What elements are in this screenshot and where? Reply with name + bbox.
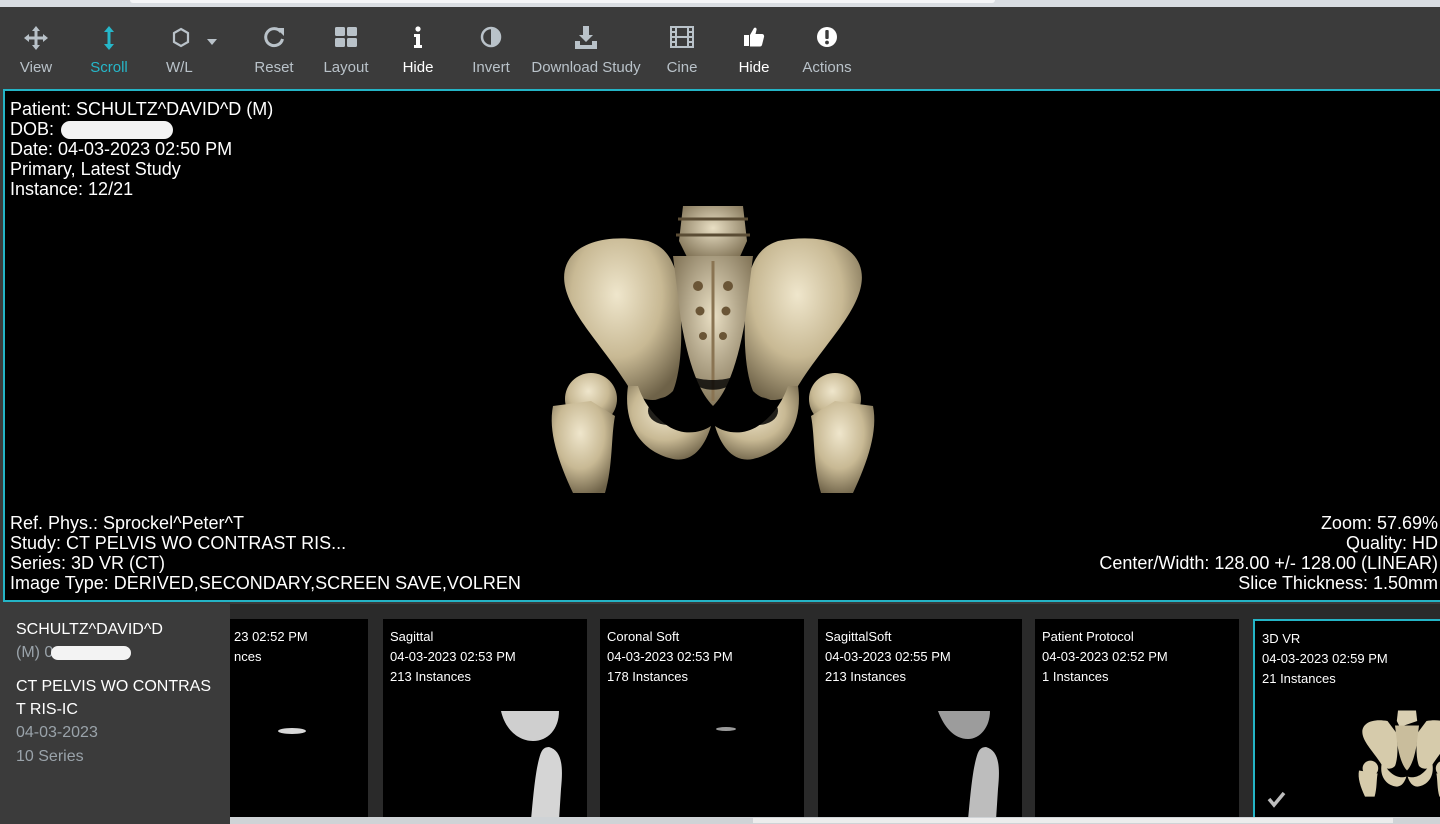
vertical-arrows-icon [86,25,132,59]
invert-tool-button[interactable]: Invert [468,21,514,81]
study-date: 04-03-2023 [16,724,98,741]
thumbnail-title: SagittalSoft [825,629,892,644]
instance-overlay: Instance: 12/21 [10,179,134,199]
layout-tool-button[interactable]: Layout [320,21,372,81]
ref-phys-overlay: Ref. Phys.: Sprockel^Peter^T [10,513,244,533]
thumbnail-title: Patient Protocol [1042,629,1134,644]
primary-overlay: Primary, Latest Study [10,159,181,179]
slice-thickness-overlay: Slice Thickness: 1.50mm [1238,573,1438,593]
quality-overlay: Quality: HD [1345,533,1438,553]
study-overlay: Study: CT PELVIS WO CONTRAST RIS... [10,533,347,553]
download-icon [526,25,646,59]
download-study-label: Download Study [531,59,641,76]
series-thumbnail[interactable]: Coronal Soft 04-03-2023 02:53 PM 178 Ins… [600,619,804,820]
image-viewport[interactable]: Patient: SCHULTZ^DAVID^D (M) DOB: Date: … [3,89,1440,602]
hide-thumbnails-label: Hide [738,59,770,76]
series-thumbnail[interactable]: 23 02:52 PM nces [230,619,368,820]
series-thumbnail[interactable]: Sagittal 04-03-2023 02:53 PM 213 Instanc… [383,619,587,820]
thumbs-up-icon [734,25,774,59]
top-left-overlay: Patient: SCHULTZ^DAVID^D (M) DOB: Date: … [10,99,273,199]
cine-tool-button[interactable]: Cine [662,21,702,81]
viewer-toolbar: View Scroll W/L Reset Layout Hide Invert… [0,7,1440,88]
actions-label: Actions [802,59,852,76]
thumbnail-date: 04-03-2023 02:53 PM [607,649,733,664]
scrollbar-thumb[interactable] [753,818,1393,823]
reset-label: Reset [254,59,294,76]
thumbnail-instances: 1 Instances [1042,669,1109,684]
contrast-icon [468,25,514,59]
scroll-label: Scroll [90,59,128,76]
thumbnail-date: 04-03-2023 02:52 PM [1042,649,1168,664]
thumbnail-date: 04-03-2023 02:53 PM [390,649,516,664]
patient-name: SCHULTZ^DAVID^D [16,621,163,638]
reset-tool-button[interactable]: Reset [252,21,296,81]
series-panel: SCHULTZ^DAVID^D (M) 0 CT PELVIS WO CONTR… [0,604,1440,824]
hide-overlay-label: Hide [402,59,434,76]
thumbnail-instances: 178 Instances [607,669,688,684]
layout-grid-icon [320,25,372,59]
dob-overlay: DOB: [10,119,273,140]
thumbnail-scrollbar[interactable] [230,817,1440,824]
wl-label: W/L [166,59,193,76]
image-type-overlay: Image Type: DERIVED,SECONDARY,SCREEN SAV… [10,573,521,593]
scroll-tool-button[interactable]: Scroll [86,21,132,81]
thumbnail-date: 04-03-2023 02:55 PM [825,649,951,664]
info-icon [398,25,438,59]
browser-top-strip [0,0,1440,7]
hide-thumbnails-button[interactable]: Hide [734,21,774,81]
study-info-panel[interactable]: SCHULTZ^DAVID^D (M) 0 CT PELVIS WO CONTR… [0,604,230,824]
patient-overlay: Patient: SCHULTZ^DAVID^D (M) [10,99,274,119]
dob-label: DOB: [10,119,55,139]
date-overlay: Date: 04-03-2023 02:50 PM [10,139,233,159]
exclamation-circle-icon [798,25,856,59]
series-thumbnail-selected[interactable]: 3D VR 04-03-2023 02:59 PM 21 Instances [1253,619,1440,820]
check-icon [1267,791,1286,808]
view-tool-button[interactable]: View [14,21,58,81]
hide-overlay-button[interactable]: Hide [398,21,438,81]
invert-label: Invert [472,59,510,76]
series-thumbnail[interactable]: SagittalSoft 04-03-2023 02:55 PM 213 Ins… [818,619,1022,820]
thumbnail-title: Coronal Soft [607,629,680,644]
address-bar-edge [130,0,995,3]
zoom-overlay: Zoom: 57.69% [1320,513,1438,533]
move-arrows-icon [14,25,58,59]
bottom-right-overlay: Zoom: 57.69% Quality: HD Center/Width: 1… [1099,513,1438,593]
thumbnail-date: 04-03-2023 02:59 PM [1262,651,1388,666]
series-overlay: Series: 3D VR (CT) [10,553,166,573]
cine-label: Cine [666,59,698,76]
pelvis-3d-render [551,206,875,493]
redaction-mark [51,645,132,660]
series-count: 10 Series [16,748,84,765]
study-description-line2: T RIS-IC [16,701,78,718]
view-label: View [19,59,53,76]
patient-sex-dob: (M) 0 [16,641,230,665]
series-thumbnail[interactable]: Patient Protocol 04-03-2023 02:52 PM 1 I… [1035,619,1239,820]
layout-label: Layout [323,59,369,76]
center-width-overlay: Center/Width: 128.00 +/- 128.00 (LINEAR) [1099,553,1438,573]
actions-menu-button[interactable]: Actions [798,21,856,81]
film-icon [662,25,702,59]
window-level-tool-button[interactable]: W/L [160,21,226,81]
download-study-button[interactable]: Download Study [526,21,646,81]
thumbnail-strip: 23 02:52 PM nces Sagittal 04-03-2023 02:… [230,604,1440,824]
patient-sex-dob-text: (M) 0 [16,644,54,661]
thumbnail-image [278,728,306,734]
thumbnail-instances: 213 Instances [825,669,906,684]
thumbnail-title: 3D VR [1262,631,1301,646]
study-description-line1: CT PELVIS WO CONTRAS [16,678,211,695]
thumbnail-title: Sagittal [390,629,434,644]
sun-dropdown-icon [160,25,226,59]
reset-icon [252,25,296,59]
thumbnail-instances: 213 Instances [390,669,471,684]
redaction-mark [61,121,174,140]
thumbnail-instances: 21 Instances [1262,671,1336,686]
bottom-left-overlay: Ref. Phys.: Sprockel^Peter^T Study: CT P… [10,513,521,593]
